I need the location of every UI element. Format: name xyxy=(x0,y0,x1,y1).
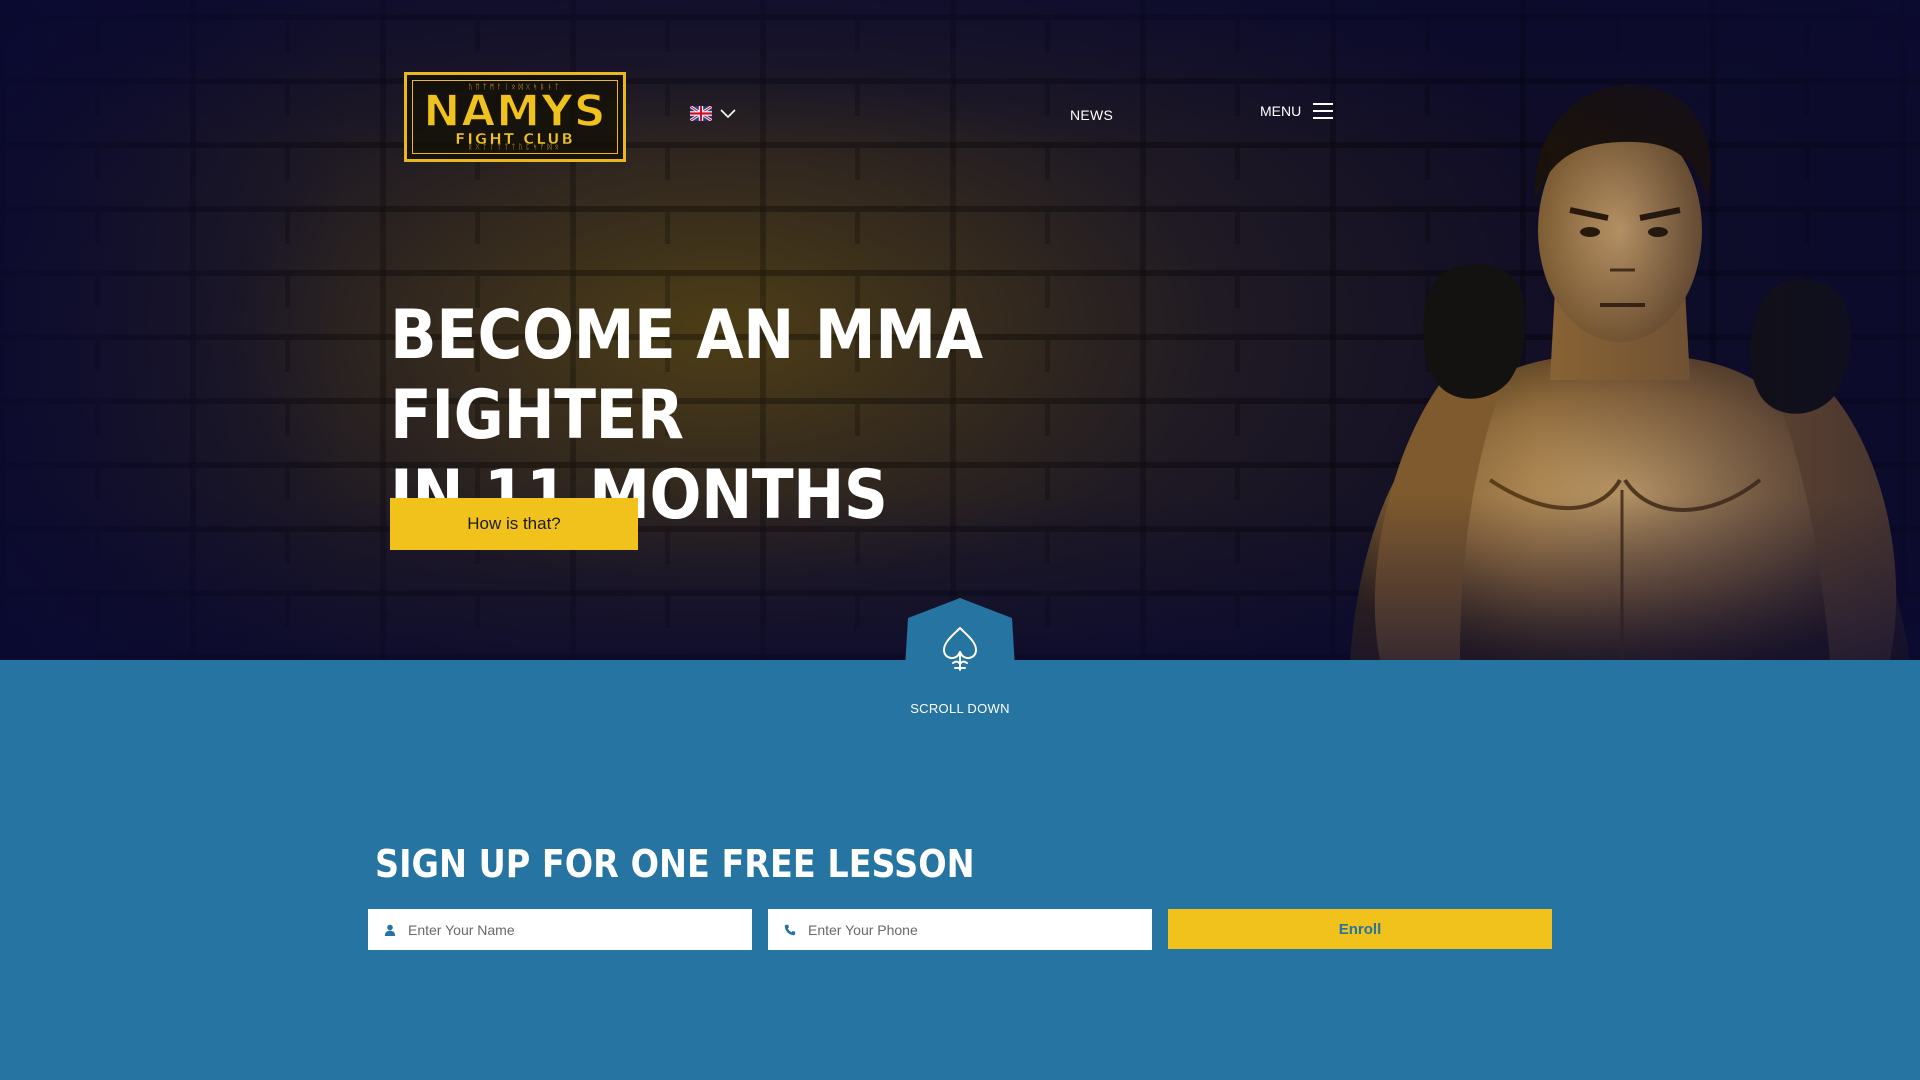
phone-icon xyxy=(784,924,796,935)
name-field[interactable] xyxy=(368,909,752,950)
scroll-down-label[interactable]: SCROLL DOWN xyxy=(860,701,1060,716)
scroll-down-badge[interactable] xyxy=(904,598,1016,684)
page: ᚢᛖᛉᛗᚨᛁᛟᛞᚷᛋᛒᚾᛏ NAMYS FIGHT CLUB ᚱᚷᛏᛚᛉᛏᛏᚢᛈ… xyxy=(0,0,1920,1080)
logo-title: NAMYS xyxy=(423,86,607,137)
nav-news-link[interactable]: NEWS xyxy=(1070,107,1113,123)
language-selector[interactable] xyxy=(690,106,736,121)
enroll-button[interactable]: Enroll xyxy=(1168,909,1552,949)
hero-title-line1: BECOME AN MMA FIGHTER xyxy=(390,296,983,455)
namys-logo[interactable]: ᚢᛖᛉᛗᚨᛁᛟᛞᚷᛋᛒᚾᛏ NAMYS FIGHT CLUB ᚱᚷᛏᛚᛉᛏᛏᚢᛈ… xyxy=(404,72,626,162)
signup-title: SIGN UP FOR ONE FREE LESSON xyxy=(375,842,975,886)
hero-section: ᚢᛖᛉᛗᚨᛁᛟᛞᚷᛋᛒᚾᛏ NAMYS FIGHT CLUB ᚱᚷᛏᛚᛉᛏᛏᚢᛈ… xyxy=(0,0,1920,660)
hamburger-icon xyxy=(1313,103,1334,119)
phone-input[interactable] xyxy=(808,921,1128,938)
logo-ornament-bottom: ᚱᚷᛏᛚᛉᛏᛏᚢᛈᛋᚨᛞᛟ xyxy=(468,143,562,151)
name-input[interactable] xyxy=(408,921,728,938)
uk-flag-icon xyxy=(690,106,712,121)
how-is-that-button[interactable]: How is that? xyxy=(390,498,638,550)
user-icon xyxy=(384,924,396,936)
nav-menu-button[interactable]: MENU xyxy=(1260,103,1334,119)
phone-field[interactable] xyxy=(768,909,1152,950)
chevron-down-icon xyxy=(720,108,736,118)
nav-menu-label: MENU xyxy=(1260,103,1302,119)
